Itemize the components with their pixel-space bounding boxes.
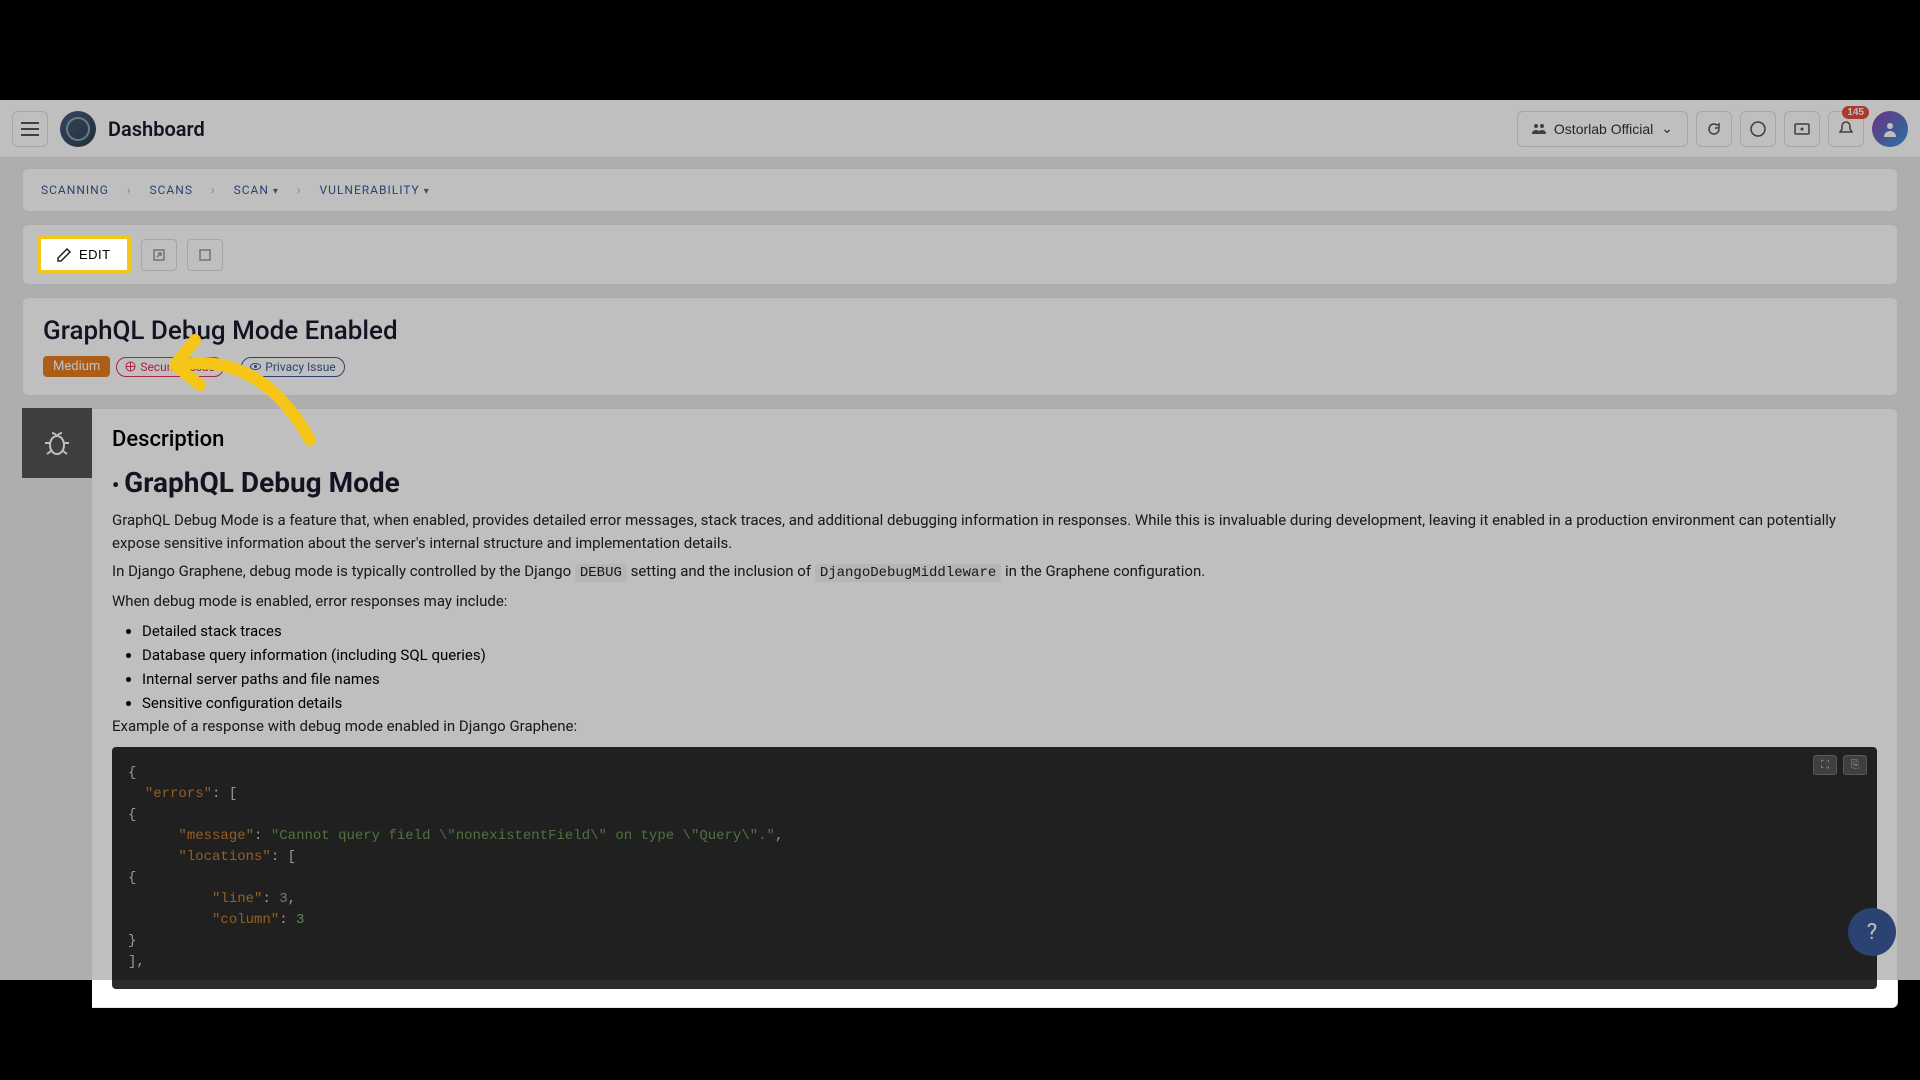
notification-badge: 145 [1842,106,1869,119]
ticket-icon [1794,123,1810,135]
notifications-button[interactable]: 145 [1828,111,1864,147]
description-heading: Description [112,427,1877,452]
breadcrumb-separator: › [211,183,216,197]
chevron-down-icon: ▾ [424,186,430,197]
bullet-item: Internal server paths and file names [142,667,1877,691]
refresh-icon [1706,121,1722,137]
app-logo[interactable] [60,111,96,147]
bell-icon [1839,121,1853,137]
page-title: Dashboard [108,117,205,141]
vulnerability-header-card: GraphQL Debug Mode Enabled Medium Securi… [22,297,1898,396]
chevron-down-icon: ⌄ [1661,120,1673,137]
description-card: Description GraphQL Debug Mode GraphQL D… [92,408,1898,1008]
organization-selector[interactable]: Ostorlab Official ⌄ [1517,111,1688,147]
breadcrumb-separator: › [127,183,132,197]
severity-badge: Medium [43,356,110,377]
people-icon [1532,123,1546,135]
avatar-icon [1881,120,1899,138]
edit-button[interactable]: EDIT [37,235,131,274]
github-icon [1750,121,1766,137]
privacy-issue-tag: Privacy Issue [241,357,344,377]
chevron-down-icon: ▾ [273,186,279,197]
description-paragraph-4: Example of a response with debug mode en… [112,715,1877,738]
top-navbar: Dashboard Ostorlab Official ⌄ 145 [0,100,1920,158]
section-title: GraphQL Debug Mode [112,466,1877,499]
description-bullet-list: Detailed stack traces Database query inf… [142,619,1877,715]
help-icon: ? [1867,920,1877,945]
breadcrumb-scan[interactable]: SCAN ▾ [234,183,279,197]
copy-code-button[interactable]: ⎘ [1843,755,1867,775]
breadcrumb-scanning[interactable]: SCANNING [41,183,109,197]
bullet-item: Sensitive configuration details [142,691,1877,715]
eye-icon [250,361,261,372]
bullet-item: Database query information (including SQ… [142,643,1877,667]
code-block: ⛶ ⎘ { "errors": [ { "message": "Cannot q… [112,747,1877,989]
breadcrumb-vulnerability[interactable]: VULNERABILITY ▾ [320,183,430,197]
bullet-item: Detailed stack traces [142,619,1877,643]
inline-code-debug: DEBUG [575,564,627,582]
globe-icon [125,361,136,372]
description-paragraph-1: GraphQL Debug Mode is a feature that, wh… [112,509,1877,554]
bug-icon [43,429,71,457]
edit-button-label: EDIT [79,247,111,262]
breadcrumb: SCANNING › SCANS › SCAN ▾ › VULNERABILIT… [22,168,1898,212]
help-fab-button[interactable]: ? [1848,908,1896,956]
user-avatar[interactable] [1872,111,1908,147]
menu-toggle-button[interactable] [12,111,48,147]
breadcrumb-separator: › [297,183,302,197]
vulnerability-title: GraphQL Debug Mode Enabled [43,316,1877,346]
security-issue-tag: Security Issue [116,357,224,377]
description-paragraph-3: When debug mode is enabled, error respon… [112,590,1877,613]
ticket-button[interactable] [1784,111,1820,147]
action-toolbar: EDIT [22,224,1898,285]
pencil-icon [57,248,71,262]
organization-name: Ostorlab Official [1554,121,1653,137]
description-paragraph-2: In Django Graphene, debug mode is typica… [112,560,1877,584]
github-button[interactable] [1740,111,1776,147]
inline-code-middleware: DjangoDebugMiddleware [815,564,1001,582]
secondary-action-1[interactable] [141,239,177,271]
open-external-icon [152,248,166,262]
tag-row: Medium Security Issue • Privacy Issue [43,356,1877,377]
breadcrumb-scans[interactable]: SCANS [150,183,193,197]
bug-icon-box[interactable] [22,408,92,478]
secondary-action-2[interactable] [187,239,223,271]
hamburger-icon [21,122,39,136]
expand-code-button[interactable]: ⛶ [1813,755,1837,775]
tag-separator: • [230,357,235,376]
refresh-button[interactable] [1696,111,1732,147]
action-icon [198,248,212,262]
